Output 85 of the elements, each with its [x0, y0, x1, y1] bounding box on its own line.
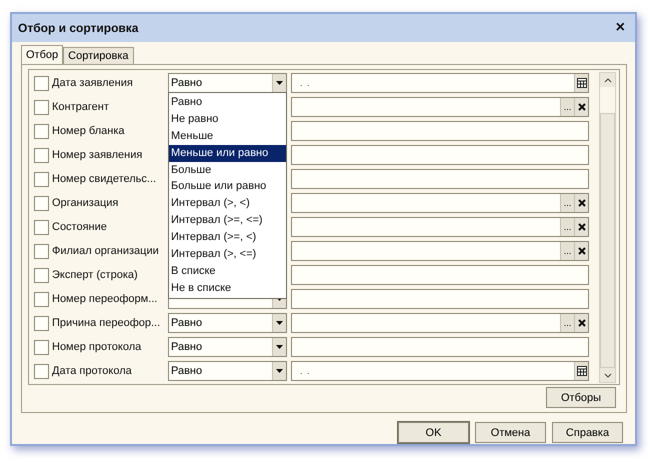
reference-field[interactable]: ...: [291, 97, 589, 117]
text-field[interactable]: [291, 265, 589, 285]
menu-item[interactable]: Меньше или равно: [169, 144, 286, 162]
field-label: Контрагент: [51, 101, 110, 113]
calendar-icon[interactable]: [574, 362, 588, 380]
field-label: Номер переоформ...: [51, 293, 158, 305]
caret-icon[interactable]: [272, 362, 286, 380]
field-label: Организация: [51, 197, 120, 209]
date-field[interactable]: . .: [291, 361, 589, 381]
checkbox[interactable]: [34, 100, 49, 114]
reference-field[interactable]: ...: [291, 217, 589, 237]
field-label: Номер бланка: [51, 125, 126, 137]
menu-item[interactable]: В списке: [169, 262, 286, 280]
clear-icon[interactable]: [574, 218, 588, 236]
checkbox[interactable]: [34, 316, 49, 330]
scroll-up-icon[interactable]: [604, 78, 612, 82]
reference-field[interactable]: ...: [291, 241, 589, 261]
field-label: Эксперт (строка): [51, 269, 139, 281]
close-button[interactable]: ×: [612, 19, 629, 37]
checkbox[interactable]: [34, 76, 49, 90]
text-field[interactable]: [291, 145, 589, 165]
date-value: . .: [299, 78, 312, 88]
checkbox[interactable]: [34, 244, 49, 258]
menu-item[interactable]: Интервал (>, <=): [169, 246, 286, 263]
scrollbar[interactable]: [599, 72, 616, 383]
caret-icon[interactable]: [272, 338, 286, 356]
reference-field[interactable]: ...: [291, 313, 589, 333]
checkbox[interactable]: [34, 220, 49, 234]
checkbox[interactable]: [34, 148, 49, 162]
clear-icon[interactable]: [574, 314, 588, 332]
checkbox[interactable]: [34, 292, 49, 306]
dialog-button[interactable]: Отмена: [475, 422, 546, 443]
menu-item[interactable]: Равно: [169, 94, 286, 111]
text-field[interactable]: [291, 169, 589, 189]
caret-icon[interactable]: [272, 74, 286, 92]
menu-item[interactable]: Больше или равно: [169, 178, 286, 196]
caret-icon[interactable]: [272, 314, 286, 332]
text-field[interactable]: [291, 289, 589, 309]
condition-combo[interactable]: Равно: [168, 313, 287, 333]
field-label: Номер заявления: [51, 149, 144, 161]
menu-item[interactable]: Не равно: [169, 110, 286, 128]
reference-field[interactable]: ...: [291, 193, 589, 213]
checkbox[interactable]: [34, 124, 49, 138]
field-label: Состояние: [51, 221, 108, 233]
checkbox[interactable]: [34, 172, 49, 186]
field-label: Причина переофор...: [51, 317, 162, 329]
text-field[interactable]: [291, 121, 589, 141]
checkbox[interactable]: [34, 340, 49, 354]
date-field[interactable]: . .: [291, 73, 589, 93]
date-value: . .: [299, 366, 312, 376]
tab[interactable]: Отбор: [21, 45, 64, 65]
tab[interactable]: Сортировка: [63, 47, 134, 65]
condition-combo[interactable]: Равно: [168, 361, 287, 381]
checkbox[interactable]: [34, 268, 49, 282]
select-button[interactable]: ...: [560, 218, 574, 236]
menu-item[interactable]: Интервал (>=, <=): [169, 212, 286, 230]
menu-item[interactable]: Больше: [169, 162, 286, 178]
menu-item[interactable]: Не в списке: [169, 280, 286, 297]
clear-icon[interactable]: [574, 242, 588, 260]
dialog-button[interactable]: OK: [398, 422, 469, 443]
field-label: Номер протокола: [51, 341, 142, 353]
select-button[interactable]: ...: [560, 194, 574, 212]
checkbox[interactable]: [34, 196, 49, 210]
window-title: Отбор и сортировка: [18, 21, 138, 35]
scroll-down-icon[interactable]: [604, 372, 612, 378]
condition-combo[interactable]: Равно: [168, 73, 287, 93]
field-label: Дата заявления: [51, 77, 134, 89]
menu-item[interactable]: Интервал (>, <): [169, 195, 286, 212]
dialog-button[interactable]: Справка: [552, 422, 623, 443]
select-button[interactable]: ...: [560, 98, 574, 116]
field-label: Номер свидетельс...: [51, 173, 158, 185]
checkbox[interactable]: [34, 364, 49, 378]
field-label: Дата протокола: [51, 365, 133, 377]
menu-item[interactable]: Меньше: [169, 128, 286, 145]
clear-icon[interactable]: [574, 98, 588, 116]
filters-button[interactable]: Отборы: [546, 387, 616, 408]
select-button[interactable]: ...: [560, 314, 574, 332]
calendar-icon[interactable]: [574, 74, 588, 92]
select-button[interactable]: ...: [560, 242, 574, 260]
text-field[interactable]: [291, 337, 589, 357]
scroll-thumb[interactable]: [600, 113, 615, 368]
condition-combo[interactable]: Равно: [168, 337, 287, 357]
field-label: Филиал организации: [51, 245, 160, 257]
clear-icon[interactable]: [574, 194, 588, 212]
menu-item[interactable]: Интервал (>=, <): [169, 229, 286, 246]
